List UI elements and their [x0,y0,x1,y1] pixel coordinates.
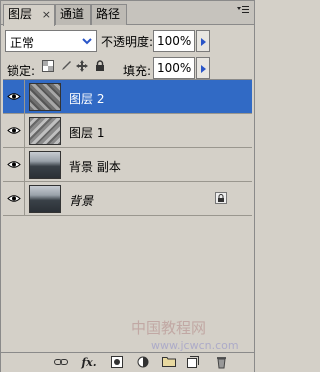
lock-label: 锁定: [7,64,36,78]
tab-paths[interactable]: 路径 [91,4,127,25]
eye-icon [7,195,21,202]
layer-list: 图层 2 图层 1 背景 副本 背景 [3,79,252,351]
visibility-toggle[interactable] [3,114,25,148]
watermark: 中国教程网 www.jcwcn.com [131,319,251,355]
visibility-toggle[interactable] [3,80,25,114]
blend-mode-value: 正常 [10,36,35,50]
eye-icon [7,161,21,168]
layer-thumbnail [29,185,61,213]
tab-channels-label: 通道 [60,7,85,21]
visibility-toggle[interactable] [3,148,25,182]
tab-layers[interactable]: 图层 × [3,4,55,26]
layer-name: 背景 [69,194,94,208]
fill-slider-button[interactable] [196,57,210,79]
new-group-icon[interactable] [161,356,177,370]
tab-channels[interactable]: 通道 [55,4,91,25]
blend-mode-select[interactable]: 正常 [5,30,97,52]
layer-row[interactable]: 图层 1 [3,114,252,148]
layer-name: 背景 副本 [69,160,121,174]
visibility-toggle[interactable] [3,182,25,216]
fill-label: 填充: [123,64,152,78]
opacity-label: 不透明度: [101,35,154,49]
close-icon[interactable]: × [42,5,51,24]
eye-icon [7,127,21,134]
opacity-input[interactable]: 100% [153,30,195,52]
delete-layer-icon[interactable] [213,356,229,370]
chevron-down-icon [82,38,92,45]
panel-menu-icon[interactable] [235,4,251,20]
layer-name: 图层 2 [69,92,105,106]
lock-all-icon[interactable] [93,60,107,74]
layer-name: 图层 1 [69,126,105,140]
lock-position-move-icon[interactable] [75,60,89,74]
layer-thumbnail [29,117,61,145]
new-layer-icon[interactable] [185,356,201,370]
eye-icon [7,93,21,100]
lock-icon [215,192,227,204]
link-layers-icon[interactable] [53,356,69,370]
panel-footer-toolbar: fx. [1,352,254,372]
layers-panel: 图层 × 通道 路径 正常 不透明度: 100% 锁定: 填充: 100% 图层… [0,0,255,372]
layer-style-button[interactable]: fx. [79,356,99,370]
lock-transparency-icon[interactable] [41,60,55,74]
layer-thumbnail [29,151,61,179]
lock-image-brush-icon[interactable] [59,60,73,74]
layer-thumbnail [29,83,61,111]
tab-layers-label: 图层 [8,7,33,21]
layer-row[interactable]: 背景 [3,182,252,216]
adjustment-layer-icon[interactable] [135,356,151,370]
layer-row[interactable]: 图层 2 [3,80,252,114]
tab-paths-label: 路径 [96,7,121,21]
layer-row[interactable]: 背景 副本 [3,148,252,182]
opacity-slider-button[interactable] [196,30,210,52]
panel-tab-strip: 图层 × 通道 路径 [1,1,254,26]
watermark-text: 中国教程网 [131,319,207,337]
fill-input[interactable]: 100% [153,57,195,79]
add-mask-icon[interactable] [109,356,125,370]
